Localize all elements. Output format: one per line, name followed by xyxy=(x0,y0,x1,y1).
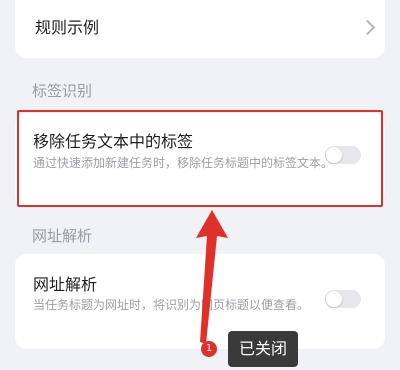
url-parse-toggle[interactable] xyxy=(325,290,361,308)
status-label: 已关闭 xyxy=(228,331,298,367)
section-header-url: 网址解析 xyxy=(32,227,93,245)
annotation-arrow xyxy=(196,210,228,344)
section-header-tags: 标签识别 xyxy=(32,82,93,100)
highlight-box xyxy=(17,110,383,207)
url-parse-description: 当任务标题为网址时，将识别为网页标题以便查看。 xyxy=(33,298,310,312)
url-parse-title: 网址解析 xyxy=(33,275,98,294)
chevron-right-icon xyxy=(359,19,376,36)
annotation-badge: 1 xyxy=(201,341,217,357)
rules-example-label: 规则示例 xyxy=(35,18,100,37)
rules-example-card[interactable]: 规则示例 xyxy=(15,0,385,58)
toggle-knob xyxy=(326,291,342,307)
